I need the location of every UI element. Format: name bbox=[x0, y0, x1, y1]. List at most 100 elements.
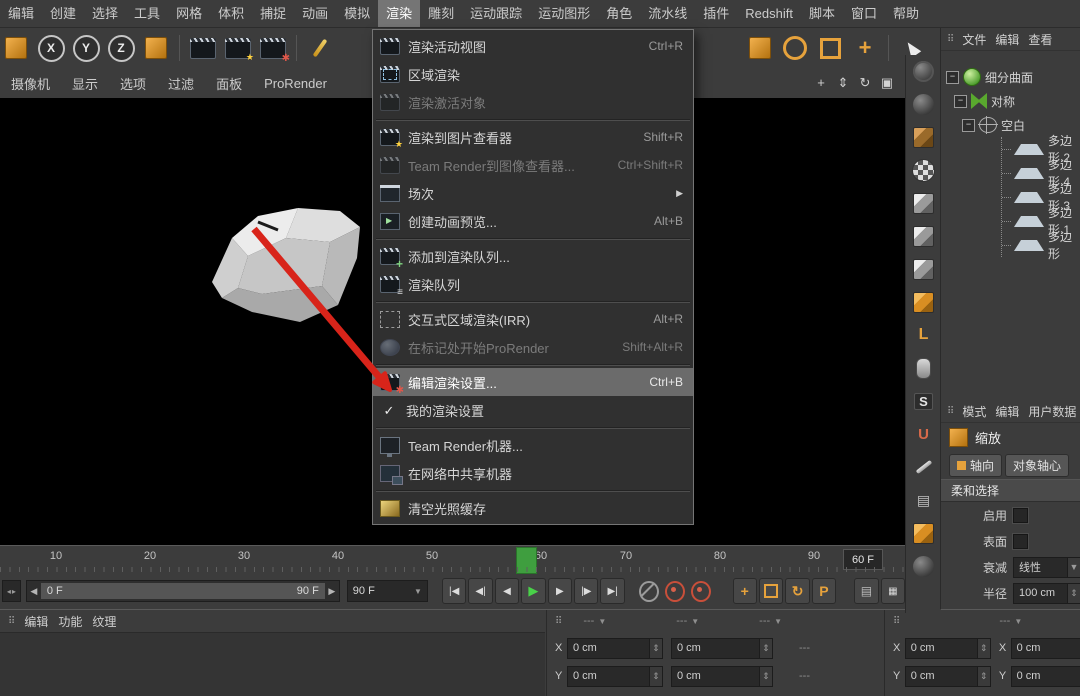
current-state-button[interactable] bbox=[910, 92, 938, 116]
menubar-item-animate[interactable]: 动画 bbox=[294, 0, 336, 27]
axis-option-button[interactable]: 轴向 bbox=[949, 454, 1002, 477]
axis-mode-button[interactable]: L bbox=[910, 323, 938, 347]
rotation-header[interactable]: --- bbox=[759, 615, 770, 627]
tree-item-symmetry[interactable]: − 对称 bbox=[941, 89, 1080, 113]
menubar-item-script[interactable]: 脚本 bbox=[801, 0, 843, 27]
spinner-icon[interactable]: ⇕ bbox=[977, 639, 990, 658]
frame-mini-stepper[interactable]: ◂ ▸ bbox=[2, 580, 21, 602]
edges-mode-button[interactable] bbox=[910, 257, 938, 281]
material-list-area[interactable] bbox=[0, 632, 545, 696]
viewport-menu-panel[interactable]: 面板 bbox=[205, 74, 253, 93]
viewport-menu-filter[interactable]: 过滤 bbox=[157, 74, 205, 93]
panel-grip-icon[interactable]: ⠿ bbox=[555, 616, 561, 627]
play-button[interactable]: ▶ bbox=[521, 578, 545, 604]
key-position-button[interactable]: + bbox=[733, 578, 757, 604]
object-axis-button[interactable]: 对象轴心 bbox=[1005, 454, 1069, 477]
key-scale-button[interactable] bbox=[759, 578, 783, 604]
enable-checkbox[interactable] bbox=[1013, 508, 1028, 523]
menubar-item-tools[interactable]: 工具 bbox=[126, 0, 168, 27]
autokey-button[interactable] bbox=[691, 581, 711, 602]
soft-selection-section[interactable]: 柔和选择 bbox=[941, 479, 1080, 502]
x2-value-field[interactable]: 0 cm bbox=[1011, 638, 1080, 659]
menu-item-team-render-machines[interactable]: Team Render机器... bbox=[373, 431, 693, 459]
render-picture-viewer-button[interactable] bbox=[222, 31, 254, 65]
panel-grip-icon[interactable]: ⠿ bbox=[8, 616, 14, 627]
collapse-icon[interactable]: − bbox=[962, 119, 975, 132]
menubar-item-mograph[interactable]: 运动图形 bbox=[530, 0, 598, 27]
add-object-button[interactable]: + bbox=[849, 31, 881, 65]
menubar-item-pipeline[interactable]: 流水线 bbox=[640, 0, 695, 27]
material-menu-texture[interactable]: 纹理 bbox=[92, 613, 116, 630]
snap-settings-button[interactable]: S bbox=[910, 389, 938, 413]
menubar-item-simulate[interactable]: 模拟 bbox=[336, 0, 378, 27]
size-x-field[interactable]: 0 cm ⇕ bbox=[671, 638, 773, 659]
surface-checkbox[interactable] bbox=[1013, 534, 1028, 549]
range-left-arrow-icon[interactable]: ◀ bbox=[27, 586, 41, 597]
polygons-mode-button[interactable] bbox=[910, 290, 938, 314]
x-value-field[interactable]: 0 cm ⇕ bbox=[905, 638, 991, 659]
menu-item-render-active-objects[interactable]: 渲染激活对象 bbox=[373, 88, 693, 116]
spinner-icon[interactable]: ⇕ bbox=[1067, 584, 1080, 603]
model-mode-button[interactable] bbox=[910, 125, 938, 149]
pen-tool-button[interactable] bbox=[304, 31, 336, 65]
menu-item-my-render-setting[interactable]: ✓ 我的渲染设置 bbox=[373, 396, 693, 424]
am-menu-userdata[interactable]: 用户数据 bbox=[1028, 403, 1076, 420]
lock-y-axis-button[interactable]: Y bbox=[70, 31, 102, 65]
material-menu-function[interactable]: 功能 bbox=[58, 613, 82, 630]
spinner-icon[interactable]: ⇕ bbox=[649, 639, 662, 658]
viewport-menu-options[interactable]: 选项 bbox=[109, 74, 157, 93]
viewport-solo-button[interactable] bbox=[910, 356, 938, 380]
menubar-item-edit[interactable]: 编辑 bbox=[0, 0, 42, 27]
goto-end-button[interactable]: ▶| bbox=[600, 578, 624, 604]
maximize-view-icon[interactable]: ▣ bbox=[879, 75, 895, 91]
panel-grip-icon[interactable]: ⠿ bbox=[947, 406, 953, 417]
menubar-item-volume[interactable]: 体积 bbox=[210, 0, 252, 27]
knife-tool-button[interactable] bbox=[910, 455, 938, 479]
menubar-item-sculpt[interactable]: 雕刻 bbox=[420, 0, 462, 27]
material-menu-edit[interactable]: 编辑 bbox=[24, 613, 48, 630]
menu-item-render-region[interactable]: 区域渲染 bbox=[373, 60, 693, 88]
menubar-item-select[interactable]: 选择 bbox=[84, 0, 126, 27]
previous-key-button[interactable]: ◀| bbox=[468, 578, 492, 604]
size-header[interactable]: --- bbox=[676, 615, 687, 627]
spinner-icon[interactable]: ⇕ bbox=[977, 667, 990, 686]
deformer-square-button[interactable] bbox=[814, 31, 846, 65]
panel-grip-icon[interactable]: ⠿ bbox=[893, 616, 899, 627]
om-menu-view[interactable]: 查看 bbox=[1028, 31, 1052, 48]
y-value-field[interactable]: 0 cm ⇕ bbox=[905, 666, 991, 687]
radius-field[interactable]: 100 cm ⇕ bbox=[1013, 583, 1080, 604]
menu-item-takes[interactable]: 场次 ▶ bbox=[373, 179, 693, 207]
timeline-ruler[interactable]: 10 20 30 40 50 60 70 80 90 60 F bbox=[0, 545, 905, 575]
column-header[interactable]: --- bbox=[999, 615, 1010, 627]
range-bar[interactable]: 0 F 90 F bbox=[41, 583, 325, 599]
menubar-item-help[interactable]: 帮助 bbox=[885, 0, 927, 27]
spinner-icon[interactable]: ⇕ bbox=[759, 639, 772, 658]
position-header[interactable]: --- bbox=[583, 615, 594, 627]
viewport-menu-camera[interactable]: 摄像机 bbox=[0, 74, 61, 93]
lock-x-axis-button[interactable]: X bbox=[35, 31, 67, 65]
previous-frame-button[interactable]: ◀ bbox=[495, 578, 519, 604]
menubar-item-mesh[interactable]: 网格 bbox=[168, 0, 210, 27]
range-right-arrow-icon[interactable]: ▶ bbox=[325, 586, 339, 597]
menu-item-render-queue[interactable]: 渲染队列 bbox=[373, 270, 693, 298]
workplane-mode-button[interactable] bbox=[910, 191, 938, 215]
zoom-view-icon[interactable]: ⇕ bbox=[835, 75, 851, 91]
menu-item-flush-illumination-caches[interactable]: 清空光照缓存 bbox=[373, 494, 693, 522]
lock-z-axis-button[interactable]: Z bbox=[105, 31, 137, 65]
menubar-item-snap[interactable]: 捕捉 bbox=[252, 0, 294, 27]
clipped-tool-icon[interactable] bbox=[0, 31, 32, 65]
material-cube-button[interactable] bbox=[910, 521, 938, 545]
menu-item-start-prorender[interactable]: 在标记处开始ProRender Shift+Alt+R bbox=[373, 333, 693, 361]
menu-item-add-to-render-queue[interactable]: 添加到渲染队列... bbox=[373, 242, 693, 270]
position-y-field[interactable]: 0 cm ⇕ bbox=[567, 666, 663, 687]
tree-item-subdivision-surface[interactable]: − 细分曲面 bbox=[941, 65, 1080, 89]
menubar-item-redshift[interactable]: Redshift bbox=[737, 0, 801, 27]
falloff-dropdown[interactable]: 线性 ▼ bbox=[1013, 557, 1080, 578]
coordinate-system-button[interactable] bbox=[140, 31, 172, 65]
motion-layout-button[interactable]: ▦ bbox=[881, 578, 905, 604]
menu-item-interactive-region-render[interactable]: 交互式区域渲染(IRR) Alt+R bbox=[373, 305, 693, 333]
menubar-item-window[interactable]: 窗口 bbox=[843, 0, 885, 27]
collapse-icon[interactable]: − bbox=[954, 95, 967, 108]
magnet-snap-button[interactable]: U bbox=[910, 422, 938, 446]
layers-button[interactable]: ▤ bbox=[910, 488, 938, 512]
